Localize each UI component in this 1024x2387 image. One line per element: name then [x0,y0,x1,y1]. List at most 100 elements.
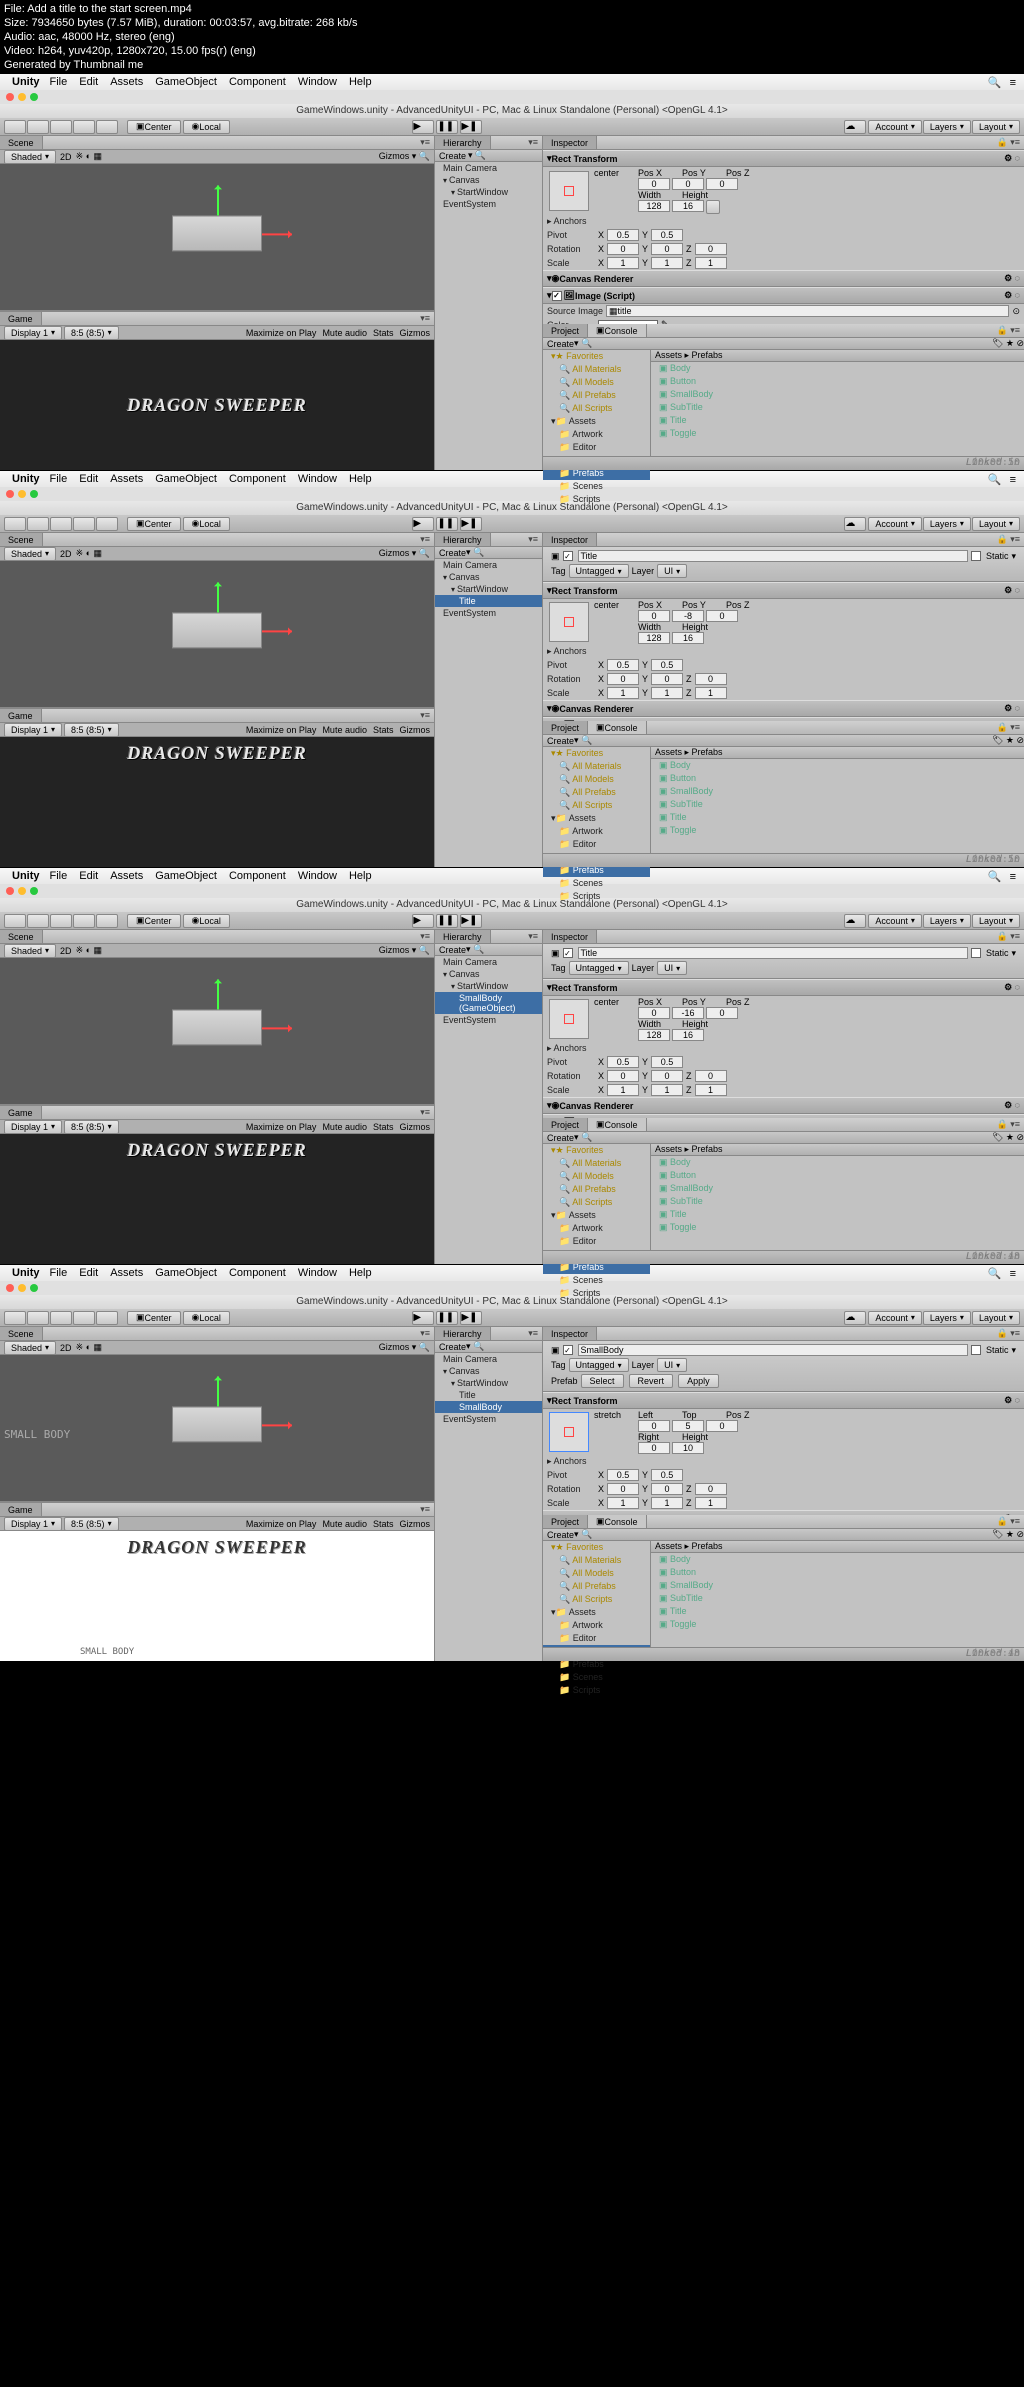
game-view[interactable]: DRAGON SWEEPER [0,340,434,470]
hierarchy-item-selected[interactable]: SmallBody [435,1401,542,1413]
folder-item[interactable]: 🔍 All Models [543,376,650,389]
folder-item[interactable]: 📁 Artwork [543,428,650,441]
app-menu[interactable]: Unity [12,76,40,88]
game-smallbody-text: SMALL BODY [80,1647,134,1657]
search-icon[interactable]: 🔍 [988,77,1002,89]
hierarchy-create[interactable]: Create [439,151,466,161]
rotate-tool[interactable] [50,120,72,134]
folder-item[interactable]: 📁 Scenes [543,480,650,493]
rect-transform-header[interactable]: ▾ Rect Transform⚙ ◌ [543,150,1024,167]
hierarchy-tab[interactable]: Hierarchy [435,136,491,149]
scale-tool[interactable] [73,120,95,134]
prefab-revert-button[interactable]: Revert [629,1374,674,1388]
folder-item[interactable]: 🔍 All Materials [543,363,650,376]
thumbnail-1: Unity File Edit Assets GameObject Compon… [0,74,1024,470]
menu-component[interactable]: Component [229,76,286,88]
play-button[interactable]: ▶ [412,120,434,134]
source-image-field[interactable]: ▦ title [606,305,1009,317]
tag-dropdown[interactable]: Untagged [569,564,629,578]
game-gizmos[interactable]: Gizmos [399,328,430,338]
menu-icon[interactable]: ≡ [1010,77,1016,89]
layers-dropdown[interactable]: Layers [923,120,971,134]
project-create[interactable]: Create [547,339,574,349]
folder-item[interactable]: ▾📁 Assets [543,415,650,428]
shaded-dropdown[interactable]: Shaded [4,150,56,164]
gizmos-dropdown[interactable]: Gizmos [379,151,410,161]
menu-window[interactable]: Window [298,76,337,88]
menu-gameobject[interactable]: GameObject [155,76,217,88]
folder-item[interactable]: ▾★ Favorites [543,350,650,363]
aspect-dropdown[interactable]: 8:5 (8:5) [64,326,119,340]
collab-icon[interactable]: ☁ [844,120,866,134]
space-toggle[interactable]: ◉ Local [183,120,230,134]
minimize-icon[interactable] [18,93,26,101]
image-script-header[interactable]: ▾ 🖼 Image (Script)⚙ ◌ [543,287,1024,304]
timestamp: 00:00:50 [972,457,1020,468]
mac-menubar[interactable]: Unity File Edit Assets GameObject Compon… [0,74,1024,90]
hierarchy-item[interactable]: EventSystem [435,198,542,210]
asset-item[interactable]: ▣ SubTitle [651,401,1024,414]
menu-help[interactable]: Help [349,76,372,88]
thumbnail-2: UnityFileEditAssetsGameObjectComponentWi… [0,471,1024,867]
asset-item[interactable]: ▣ SmallBody [651,388,1024,401]
project-folders[interactable]: ▾★ Favorites 🔍 All Materials 🔍 All Model… [543,350,651,456]
scene-view[interactable] [0,164,434,310]
file-info-header: File: Add a title to the start screen.mp… [0,0,1024,74]
hierarchy-list[interactable]: Main Camera ▾Canvas ▾StartWindow EventSy… [435,162,542,210]
maximize-icon[interactable] [30,93,38,101]
game-tab[interactable]: Game [0,312,42,325]
console-tab[interactable]: ▣ Console [588,324,647,337]
project-breadcrumb[interactable]: Assets ▸ Prefabs [651,350,1024,362]
asset-item[interactable]: ▣ Button [651,375,1024,388]
account-dropdown[interactable]: Account [868,120,922,134]
max-on-play[interactable]: Maximize on Play [246,328,317,338]
mute-audio[interactable]: Mute audio [322,328,367,338]
menu-file[interactable]: File [50,76,68,88]
prefab-apply-button[interactable]: Apply [678,1374,719,1388]
canvas-renderer-header[interactable]: ▾ ◉ Canvas Renderer⚙ ◌ [543,270,1024,287]
scene-smallbody-text: SMALL BODY [4,1428,70,1441]
hierarchy-item-selected[interactable]: Title [435,595,542,607]
x-axis-handle[interactable] [262,233,292,235]
display-dropdown[interactable]: Display 1 [4,326,62,340]
scene-tab[interactable]: Scene [0,136,43,149]
inspector-tab[interactable]: Inspector [543,136,597,149]
name-field[interactable]: Title [578,550,968,562]
asset-item[interactable]: ▣ Title [651,414,1024,427]
folder-item[interactable]: 📁 Editor [543,441,650,454]
rect-tool[interactable] [96,120,118,134]
layout-dropdown[interactable]: Layout [972,120,1020,134]
layer-dropdown[interactable]: UI [657,564,687,578]
blueprint-icon[interactable] [706,200,720,214]
stats-toggle[interactable]: Stats [373,328,394,338]
y-axis-handle[interactable] [217,185,219,215]
pivot-x[interactable]: 0.5 [607,229,639,241]
asset-item[interactable]: ▣ Toggle [651,427,1024,440]
pause-button[interactable]: ❚❚ [436,120,458,134]
scene-tab-bar: Scene ▾≡ [0,136,434,150]
folder-item[interactable]: 🔍 All Prefabs [543,389,650,402]
project-tab[interactable]: Project [543,324,588,337]
hierarchy-item[interactable]: Main Camera [435,162,542,174]
gizmo[interactable] [172,215,262,251]
active-checkbox[interactable] [563,551,573,561]
menu-assets[interactable]: Assets [110,76,143,88]
hierarchy-item[interactable]: ▾Canvas [435,174,542,186]
pivot-y[interactable]: 0.5 [651,229,683,241]
hand-tool[interactable] [4,120,26,134]
prefab-select-button[interactable]: Select [581,1374,624,1388]
asset-item[interactable]: ▣ Body [651,362,1024,375]
close-icon[interactable] [6,93,14,101]
step-button[interactable]: ▶❚ [460,120,482,134]
hierarchy-item-dragging[interactable]: SmallBody (GameObject) [435,992,542,1014]
hierarchy-item[interactable]: ▾StartWindow [435,186,542,198]
project-panel: ▾★ Favorites 🔍 All Materials 🔍 All Model… [543,350,1024,456]
pivot-toggle[interactable]: ▣ Center [127,120,181,134]
2d-toggle[interactable]: 2D [60,152,72,162]
folder-item[interactable]: 🔍 All Scripts [543,402,650,415]
project-assets[interactable]: Assets ▸ Prefabs ▣ Body ▣ Button ▣ Small… [651,350,1024,456]
menu-edit[interactable]: Edit [79,76,98,88]
traffic-lights[interactable] [0,90,1024,104]
anchor-preset[interactable] [549,171,589,211]
move-tool[interactable] [27,120,49,134]
